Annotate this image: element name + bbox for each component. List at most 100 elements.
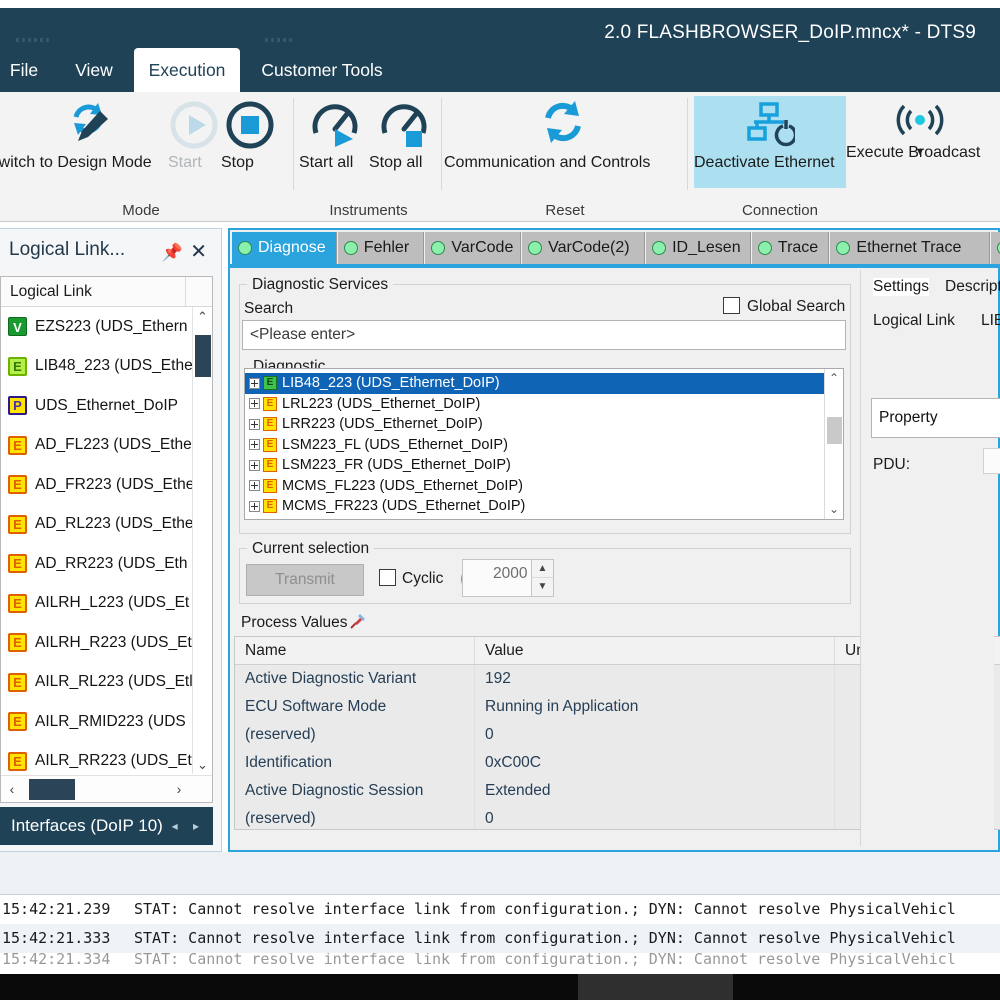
expand-plus-icon[interactable] (249, 460, 260, 471)
column-header-value[interactable]: Value (475, 637, 835, 664)
expand-plus-icon[interactable] (249, 501, 260, 512)
tab-trace[interactable]: Trace (752, 232, 830, 264)
tab-ethernet-trace[interactable]: Ethernet Trace (830, 232, 989, 264)
scroll-left-icon[interactable]: ‹ (1, 776, 23, 802)
link-type-badge-icon: E (8, 752, 27, 771)
logical-link-item[interactable]: E AILR_RL223 (UDS_Etl (1, 663, 212, 703)
table-cell: (reserved) (235, 721, 475, 749)
interfaces-doip-tab[interactable]: Interfaces (DoIP 10) ◂ ▸ (0, 807, 213, 845)
refresh-cycle-icon (444, 96, 682, 154)
logical-link-item[interactable]: EAILRH_R223 (UDS_Et (1, 623, 212, 663)
logical-link-item-label: AILR_RL223 (UDS_Etl (35, 673, 193, 691)
diagnostic-tree-item[interactable]: EMCMS_FL223 (UDS_Ethernet_DoIP) (245, 476, 824, 497)
logical-link-item[interactable]: EAD_RL223 (UDS_Ethe (1, 505, 212, 545)
logical-link-item[interactable]: EAD_RR223 (UDS_Eth (1, 544, 212, 584)
cyclic-checkbox[interactable] (379, 569, 396, 586)
ecu-type-badge-icon: E (263, 376, 277, 390)
ecu-type-badge-icon: E (263, 479, 277, 493)
logical-link-item-label: AILRH_R223 (UDS_Et (35, 634, 192, 652)
tab-more[interactable] (991, 232, 1000, 264)
expand-plus-icon[interactable] (249, 419, 260, 430)
tab-nav-arrows-icon[interactable]: ◂ ▸ (172, 807, 205, 845)
execute-broadcast-button[interactable]: Execute Broadcast ▼ (846, 96, 994, 188)
vertical-scroll-thumb[interactable] (195, 335, 211, 377)
expand-plus-icon[interactable] (249, 480, 260, 491)
tab-diagnose[interactable]: Diagnose (232, 232, 337, 264)
logical-link-vertical-scrollbar[interactable]: ⌃ ⌄ (192, 307, 212, 774)
diagnostic-tree[interactable]: ELIB48_223 (UDS_Ethernet_DoIP)ELRL223 (U… (244, 368, 844, 520)
logical-link-item[interactable]: EAD_FR223 (UDS_Ethe (1, 465, 212, 505)
global-search-label: Global Search (747, 298, 845, 316)
diagnostic-tree-item[interactable]: ELSM223_FR (UDS_Ethernet_DoIP) (245, 455, 824, 476)
tab-id-lesen[interactable]: ID_Lesen (646, 232, 751, 264)
taskbar-item[interactable] (578, 974, 733, 1000)
tree-scroll-thumb[interactable] (827, 417, 842, 444)
scroll-down-icon[interactable]: ⌄ (193, 755, 212, 774)
pdu-value-field[interactable] (983, 448, 1000, 474)
expand-plus-icon[interactable] (249, 398, 260, 409)
cyclic-interval-stepper[interactable]: 2000 ▲ ▼ (462, 559, 554, 597)
search-label: Search (244, 300, 293, 318)
switch-to-design-mode-button[interactable]: Switch to Design Mode (0, 96, 192, 188)
expand-plus-icon[interactable] (249, 378, 260, 389)
log-timestamp: 15:42:21.334 (2, 953, 134, 965)
ribbon-group-caption-connection: Connection (688, 202, 872, 219)
property-header[interactable]: Property (871, 398, 1000, 438)
logical-link-item[interactable]: EAILRH_L223 (UDS_Et (1, 584, 212, 624)
diagnostic-tree-item[interactable]: ELIB48_223 (UDS_Ethernet_DoIP) (245, 373, 824, 394)
tab-description[interactable]: Descripti (945, 278, 1000, 296)
stop-all-button[interactable]: Stop all (369, 96, 439, 188)
logical-link-item[interactable]: PUDS_Ethernet_DoIP (1, 386, 212, 426)
cyclic-label: Cyclic (402, 570, 443, 588)
column-header-name[interactable]: Name (235, 637, 475, 664)
tab-varcode[interactable]: VarCode (425, 232, 521, 264)
start-all-button[interactable]: Start all (299, 96, 371, 188)
link-type-badge-icon: E (8, 554, 27, 573)
execute-broadcast-label: Execute Broadcast (846, 144, 980, 162)
scroll-right-icon[interactable]: › (168, 776, 190, 802)
tree-scroll-down-icon[interactable]: ⌄ (825, 500, 843, 519)
logical-link-item[interactable]: VEZS223 (UDS_Ethern (1, 307, 212, 347)
communication-and-controls-button[interactable]: Communication and Controls (444, 96, 682, 188)
stop-button[interactable]: Stop (221, 96, 279, 188)
ribbon-tabstrip: File View Execution Customer Tools (0, 48, 1000, 92)
expand-plus-icon[interactable] (249, 439, 260, 450)
logical-link-item[interactable]: ELIB48_223 (UDS_Ethe (1, 347, 212, 387)
logical-link-item[interactable]: EAILR_RMID223 (UDS (1, 702, 212, 742)
scroll-up-icon[interactable]: ⌃ (193, 307, 212, 326)
horizontal-scroll-thumb[interactable] (29, 779, 75, 800)
current-selection-label: Current selection (247, 540, 374, 558)
diagnostic-tree-item[interactable]: ELRR223 (UDS_Ethernet_DoIP) (245, 414, 824, 435)
search-input[interactable]: <Please enter> (242, 320, 846, 350)
logical-link-item[interactable]: EAD_FL223 (UDS_Ethe (1, 426, 212, 466)
global-search-checkbox[interactable] (723, 297, 740, 314)
ribbon-tab-execution[interactable]: Execution (134, 48, 240, 92)
tree-scroll-up-icon[interactable]: ⌃ (825, 369, 843, 388)
pin-icon[interactable]: 📌 (162, 243, 183, 263)
ribbon-group-mode: Switch to Design Mode Start (0, 92, 294, 222)
transmit-button[interactable]: Transmit (246, 564, 364, 596)
stepper-up-icon[interactable]: ▲ (531, 560, 553, 578)
ribbon-group-instruments: Start all Stop all Instruments (295, 92, 442, 222)
start-button[interactable]: Start (168, 96, 220, 188)
ribbon-tab-view[interactable]: View (62, 48, 126, 92)
diagnostic-tree-item[interactable]: EMCMS_FR223 (UDS_Ethernet_DoIP) (245, 496, 824, 517)
diagnostic-tree-item[interactable]: ELRL223 (UDS_Ethernet_DoIP) (245, 394, 824, 415)
ribbon-tab-file[interactable]: File (2, 48, 46, 92)
tab-varcode-2-[interactable]: VarCode(2) (522, 232, 645, 264)
log-output[interactable]: 15:42:21.239STAT: Cannot resolve interfa… (0, 894, 1000, 974)
tab-settings[interactable]: Settings (873, 278, 929, 296)
diagnostic-tree-item[interactable]: ELSM223_FL (UDS_Ethernet_DoIP) (245, 435, 824, 456)
link-type-badge-icon: E (8, 673, 27, 692)
log-message: STAT: Cannot resolve interface link from… (134, 929, 956, 947)
close-icon[interactable]: ✕ (190, 239, 207, 264)
ribbon-tab-customer-tools[interactable]: Customer Tools (252, 48, 392, 92)
diagnostic-tree-scrollbar[interactable]: ⌃ ⌄ (824, 369, 843, 519)
logical-link-item[interactable]: EAILR_RR223 (UDS_Et (1, 742, 212, 775)
stepper-down-icon[interactable]: ▼ (531, 578, 553, 596)
logical-link-horizontal-scrollbar[interactable]: ‹ › (1, 775, 212, 802)
logical-link-column-header[interactable]: Logical Link (1, 277, 212, 307)
tab-fehler[interactable]: Fehler (338, 232, 425, 264)
red-pin-icon[interactable] (348, 613, 366, 636)
deactivate-ethernet-button[interactable]: Deactivate Ethernet (694, 96, 846, 188)
